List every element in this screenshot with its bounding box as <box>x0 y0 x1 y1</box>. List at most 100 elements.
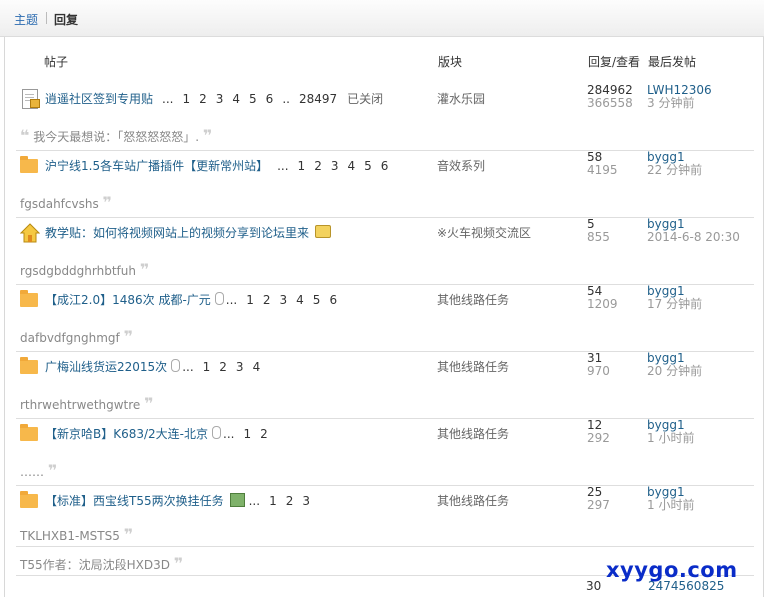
page-link[interactable]: 1 <box>298 159 306 173</box>
tab-theme[interactable]: 主题 <box>14 11 38 28</box>
page-link[interactable]: 3 <box>236 360 244 374</box>
attachment-icon <box>214 292 224 305</box>
thread-title-link[interactable]: 教学贴：如何将视频网站上的视频分享到论坛里来 <box>45 224 332 241</box>
attachment-icon <box>171 359 181 372</box>
page-link[interactable]: 6 <box>381 159 389 173</box>
forum-name[interactable]: 其他线路任务 <box>437 492 509 509</box>
page-link[interactable]: 28497 <box>299 92 337 106</box>
page-link[interactable]: 3 <box>302 494 310 508</box>
page-link[interactable]: 1 <box>182 92 190 106</box>
reply-quote: T55作者：沈局沈段HXD3D ❞ <box>20 554 184 573</box>
page-link[interactable]: 2 <box>219 360 227 374</box>
page-link[interactable]: 2 <box>260 427 268 441</box>
forum-name[interactable]: 灌水乐园 <box>437 90 485 107</box>
page-link[interactable]: 6 <box>266 92 274 106</box>
last-post-time[interactable]: 1 小时前 <box>647 432 694 445</box>
thread-row: 广梅汕线货运22015次... 1 2 3 4 其他线路任务 3 1 970 bygg1 20… <box>16 351 754 419</box>
last-post: bygg1 1 小时前 <box>647 419 694 445</box>
page-link[interactable]: 4 <box>232 92 240 106</box>
last-post-time[interactable]: 22 分钟前 <box>647 164 702 177</box>
last-post: bygg1 20 分钟前 <box>647 352 702 378</box>
page-link[interactable]: 3 <box>216 92 224 106</box>
forum-name[interactable]: 其他线路任务 <box>437 425 509 442</box>
page-link[interactable]: 2 <box>263 293 271 307</box>
page-link[interactable]: 4 <box>296 293 304 307</box>
page-link[interactable]: 3 <box>331 159 339 173</box>
view-count: 292 <box>587 431 610 445</box>
closed-doc-icon <box>20 89 40 109</box>
last-post: LWH12306 3 分钟前 <box>647 84 712 110</box>
reply-quote: rgsdgbddghrhbtfuh ❞ <box>20 260 150 279</box>
thread-stats: 54 1209 <box>587 285 618 311</box>
thread-pages: ... 1 2 3 4 <box>182 360 261 374</box>
header-post: 帖子 <box>44 55 69 69</box>
last-post-time[interactable]: 17 分钟前 <box>647 298 702 311</box>
folder-icon <box>20 424 38 442</box>
last-post-time[interactable]: 20 分钟前 <box>647 365 702 378</box>
forum-name[interactable]: ※火车视频交流区 <box>437 224 531 241</box>
thread-title-link[interactable]: 【标准】西宝线T55两次换挂任务... 1 2 3 <box>45 492 310 509</box>
thread-row: 教学贴：如何将视频网站上的视频分享到论坛里来 ※火车视频交流区 5 855 byg… <box>16 217 754 285</box>
page-link[interactable]: 5 <box>364 159 372 173</box>
page-link[interactable]: 1 <box>203 360 211 374</box>
page-link[interactable]: 1 <box>269 494 277 508</box>
forum-name[interactable]: 其他线路任务 <box>437 358 509 375</box>
view-count: 855 <box>587 230 610 244</box>
header-forum: 版块 <box>438 55 463 69</box>
page-link[interactable]: 6 <box>329 293 337 307</box>
reply-quote: rthrwehtrwethgwtre ❞ <box>20 394 154 413</box>
reply-quote: ❝ 我今天最想说：「怒怒怒怒怒」. ❞ <box>20 126 213 145</box>
thread-row: 【新京哈B】K683/2大连-北京... 1 2 其他线路任务 12 292 bygg… <box>16 418 754 486</box>
tab-bar: 主题 回复 <box>0 0 764 37</box>
thread-pages: ... 1 2 3 4 5 6.. 28497 <box>162 92 338 106</box>
forum-name[interactable]: 其他线路任务 <box>437 291 509 308</box>
page-link[interactable]: 3 <box>280 293 288 307</box>
thread-stats: 12 292 <box>587 419 610 445</box>
thread-title-link[interactable]: 沪宁线1.5各车站广播插件【更新常州站】... 1 2 3 4 5 6 <box>45 157 388 174</box>
thread-title-link[interactable]: 广梅汕线货运22015次... 1 2 3 4 <box>45 358 260 375</box>
thread-title-link[interactable]: 【成江2.0】1486次 成都-广元... 1 2 3 4 5 6 <box>45 291 337 308</box>
tab-divider <box>46 12 47 24</box>
folder-icon <box>20 290 38 308</box>
view-count: 970 <box>587 364 610 378</box>
thread-row: 【成江2.0】1486次 成都-广元... 1 2 3 4 5 6 其他线路任务 54 120… <box>16 284 754 352</box>
page-link[interactable]: 5 <box>313 293 321 307</box>
last-post: bygg1 1 小时前 <box>647 486 694 512</box>
thread-row: 沪宁线1.5各车站广播插件【更新常州站】... 1 2 3 4 5 6 音效系列 58 419… <box>16 150 754 218</box>
view-count: 1209 <box>587 297 618 311</box>
page-link[interactable]: 4 <box>253 360 261 374</box>
thread-stats: 25 297 <box>587 486 610 512</box>
page-link[interactable]: 2 <box>314 159 322 173</box>
thread-stats: 58 4195 <box>587 151 618 177</box>
view-count: 4195 <box>587 163 618 177</box>
page-link[interactable]: 2 <box>199 92 207 106</box>
thread-stats: 5 855 <box>587 218 610 244</box>
page-link[interactable]: 5 <box>249 92 257 106</box>
thread-title-link[interactable]: 【新京哈B】K683/2大连-北京... 1 2 <box>45 425 268 442</box>
thread-row: 逍遥社区签到专用贴... 1 2 3 4 5 6.. 28497 已关闭 灌水乐园 284962… <box>16 83 754 151</box>
tab-reply[interactable]: 回复 <box>54 11 78 28</box>
closed-label: 已关闭 <box>347 92 384 106</box>
thread-title-link[interactable]: 逍遥社区签到专用贴... 1 2 3 4 5 6.. 28497 已关闭 <box>45 90 383 107</box>
last-post: bygg1 2014-6-8 20:30 <box>647 218 740 244</box>
attachment-icon <box>212 426 222 439</box>
page-link[interactable]: 4 <box>347 159 355 173</box>
last-post-time[interactable]: 2014-6-8 20:30 <box>647 231 740 244</box>
page-link[interactable]: 2 <box>286 494 294 508</box>
reply-quote: fgsdahfcvshs ❞ <box>20 193 112 212</box>
thread-stats: 284962 366558 <box>587 84 633 110</box>
view-count: 366558 <box>587 96 633 110</box>
recommend-icon <box>315 225 332 238</box>
reply-quote: TKLHXB1-MSTS5 ❞ <box>20 525 134 544</box>
reply-count: 30 <box>586 579 602 593</box>
reply-quote: dafbvdfgnghmgf ❞ <box>20 327 133 346</box>
thread-pages: ... 1 2 3 4 5 6 <box>225 293 338 307</box>
folder-icon <box>20 357 38 375</box>
house-icon <box>20 223 40 243</box>
page-link[interactable]: 1 <box>243 427 251 441</box>
forum-name[interactable]: 音效系列 <box>437 157 485 174</box>
thread-row: 【标准】西宝线T55两次换挂任务... 1 2 3 其他线路任务 25 297 bygg… <box>16 485 754 547</box>
last-post-time[interactable]: 1 小时前 <box>647 499 694 512</box>
page-link[interactable]: 1 <box>246 293 254 307</box>
last-post-time[interactable]: 3 分钟前 <box>647 97 712 110</box>
